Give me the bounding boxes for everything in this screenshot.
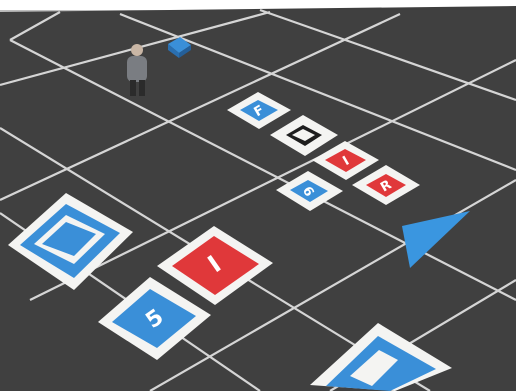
- aerial-photo: F I R 6 I 5: [0, 0, 516, 391]
